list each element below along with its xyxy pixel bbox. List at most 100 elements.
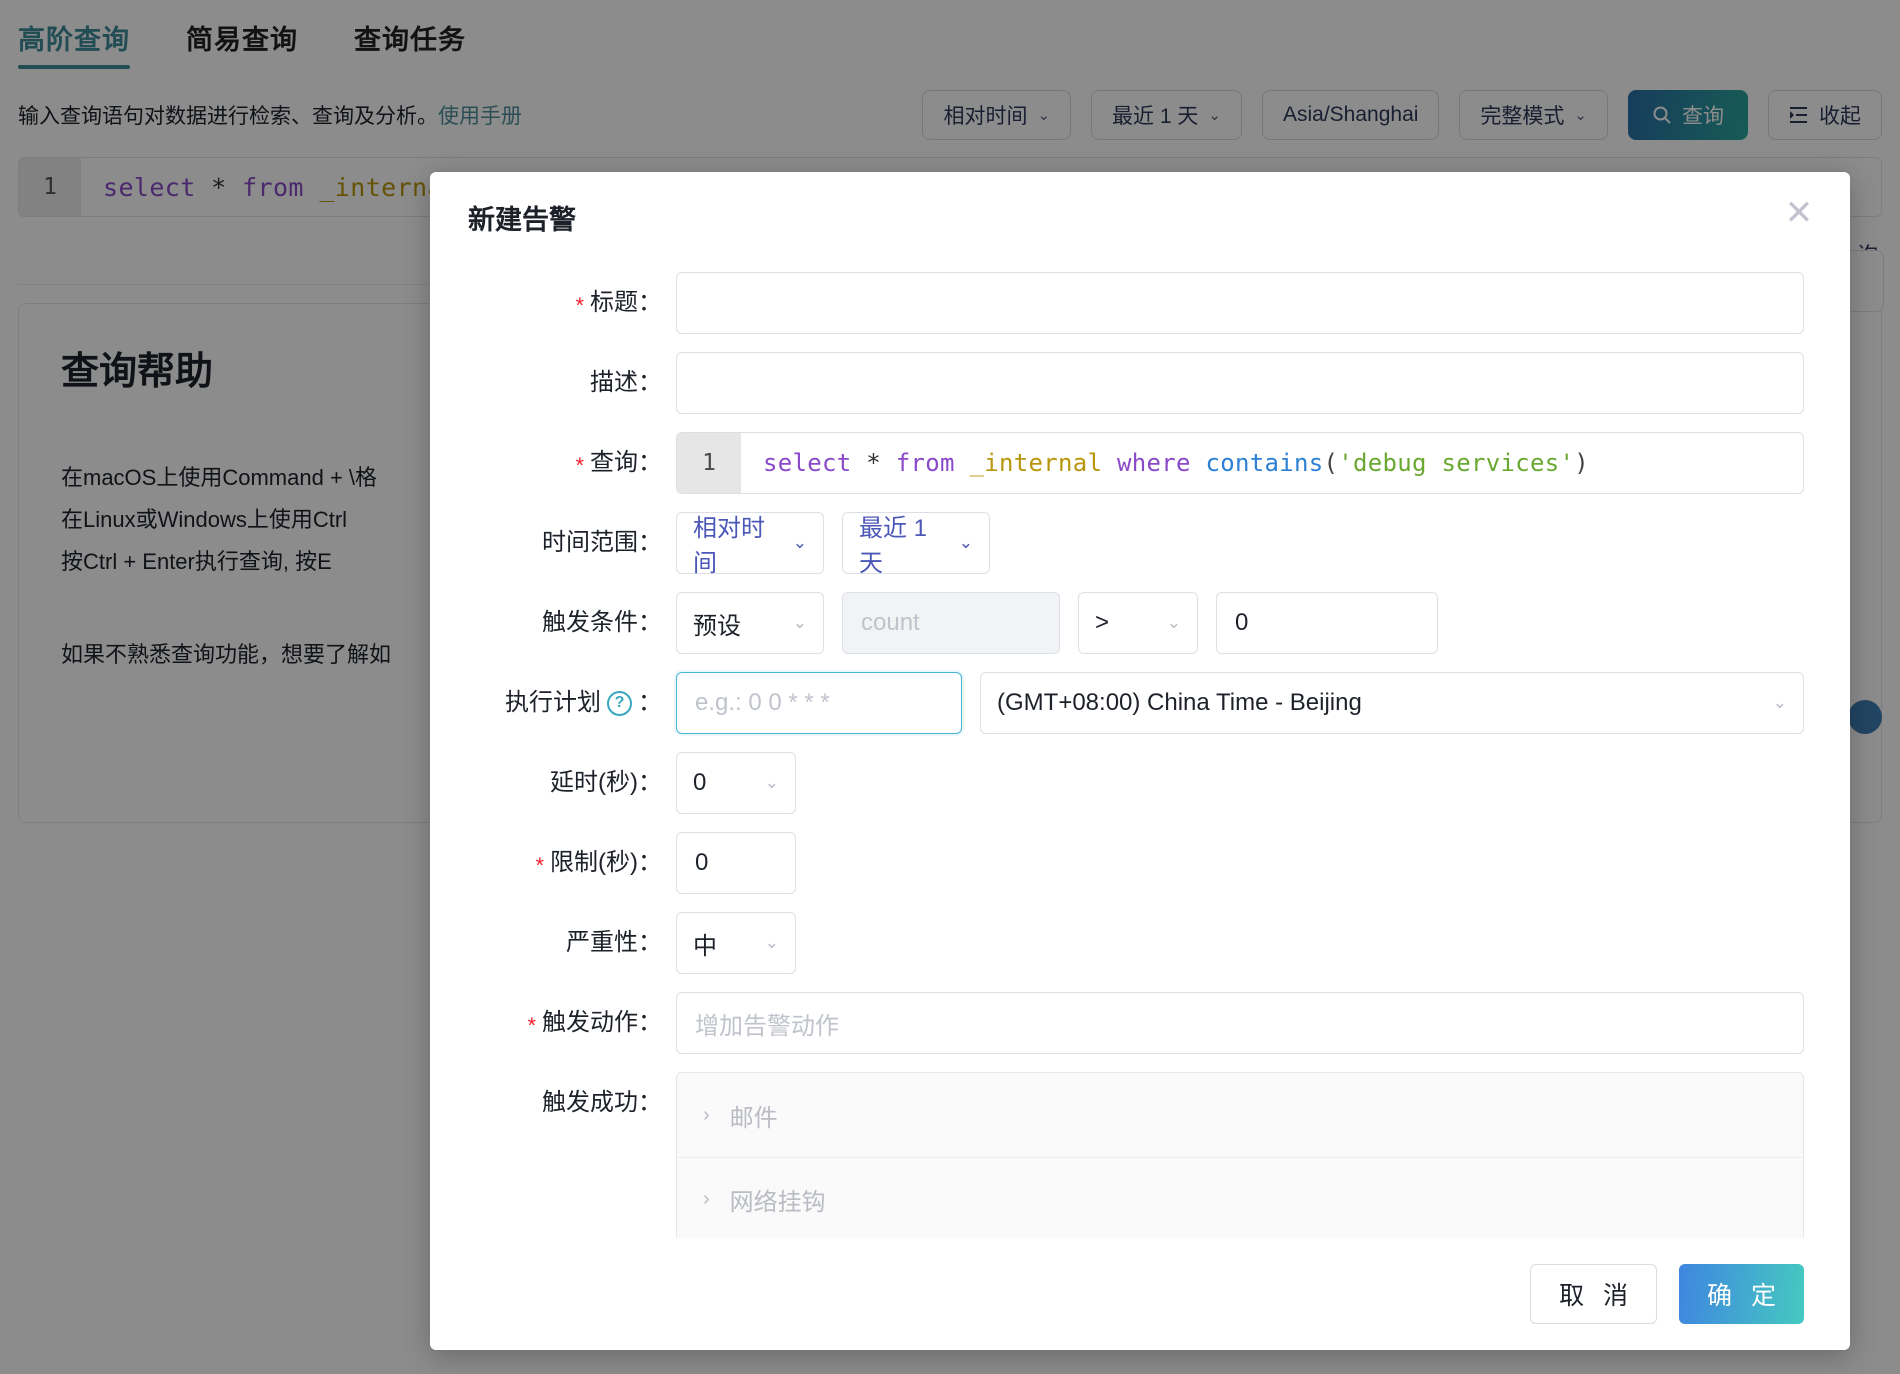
label-title-text: 标题： [590, 289, 662, 316]
required-marker: * [535, 853, 545, 878]
cancel-button-label: 取 消 [1559, 1282, 1635, 1310]
label-trigger-action-text: 触发动作： [542, 1009, 662, 1036]
label-trigger-condition-text: 触发条件： [542, 609, 662, 636]
required-marker: * [575, 453, 584, 478]
chevron-right-icon: › [703, 1188, 710, 1210]
sql-token: 'debug services' [1338, 449, 1575, 477]
timezone-value: (GMT+08:00) China Time - Beijing [997, 689, 1362, 716]
time-range-span-value: 最近 1 天 [859, 515, 928, 577]
sql-token: * [851, 449, 896, 477]
chevron-down-icon: ⌄ [792, 533, 807, 552]
label-schedule-colon: ： [638, 689, 662, 716]
label-delay: 延时(秒)： [476, 752, 676, 814]
field-row-delay: 延时(秒)： 0 ⌄ [476, 752, 1804, 814]
query-code-editor[interactable]: 1 select * from _internal where contains… [676, 432, 1804, 494]
accordion-item-webhook[interactable]: › 网络挂钩 [677, 1157, 1803, 1238]
severity-select[interactable]: 中 ⌄ [676, 912, 796, 974]
chevron-down-icon: ⌄ [1772, 693, 1787, 712]
trigger-metric-input[interactable]: count [842, 592, 1060, 654]
title-input[interactable] [676, 272, 1804, 334]
required-marker: * [575, 293, 584, 318]
limit-value: 0 [695, 849, 709, 876]
label-trigger-condition: 触发条件： [476, 592, 676, 654]
sql-token: ) [1574, 449, 1589, 477]
label-severity-text: 严重性： [566, 929, 662, 956]
sql-token: where [1117, 449, 1191, 477]
field-row-severity: 严重性： 中 ⌄ [476, 912, 1804, 974]
label-query-text: 查询： [590, 449, 662, 476]
limit-input[interactable]: 0 [676, 832, 796, 894]
field-row-title: * 标题： [476, 272, 1804, 334]
label-delay-text: 延时(秒)： [550, 769, 662, 796]
cancel-button[interactable]: 取 消 [1530, 1264, 1658, 1324]
app-root: 高阶查询 简易查询 查询任务 输入查询语句对数据进行检索、查询及分析。使用手册 … [0, 0, 1900, 1374]
trigger-preset-select[interactable]: 预设 ⌄ [676, 592, 824, 654]
time-range-mode-select[interactable]: 相对时间 ⌄ [676, 512, 824, 577]
delay-select[interactable]: 0 ⌄ [676, 752, 796, 814]
cron-input-placeholder: e.g.: 0 0 * * * [695, 689, 830, 716]
chevron-down-icon: ⌄ [764, 933, 779, 952]
label-severity: 严重性： [476, 912, 676, 974]
severity-value: 中 [693, 932, 717, 960]
field-row-query: * 查询： 1 select * from _internal where co… [476, 432, 1804, 494]
delay-value: 0 [693, 769, 707, 796]
field-row-trigger-action: * 触发动作： 增加告警动作 [476, 992, 1804, 1054]
sql-token: _internal [954, 449, 1117, 477]
accordion-item-email-label: 邮件 [729, 1104, 778, 1132]
chevron-down-icon: ⌄ [792, 613, 807, 632]
label-title: * 标题： [476, 272, 676, 334]
chevron-down-icon: ⌄ [764, 773, 779, 792]
trigger-preset-value: 预设 [693, 612, 741, 640]
trigger-threshold-input[interactable]: 0 [1216, 592, 1438, 654]
accordion-item-email[interactable]: › 邮件 [677, 1073, 1803, 1157]
label-trigger-action: * 触发动作： [476, 992, 676, 1054]
close-icon[interactable]: ✕ [1776, 190, 1822, 236]
dialog-title: 新建告警 [468, 205, 576, 235]
time-range-mode-value: 相对时间 [693, 515, 765, 577]
field-row-schedule: 执行计划 ? ： e.g.: 0 0 * * * (GMT+08:00) Chi… [476, 672, 1804, 734]
new-alert-dialog: 新建告警 ✕ * 标题： 描述： * 查询： 1 select * from _… [430, 172, 1850, 1350]
dialog-footer: 取 消 确 定 [430, 1238, 1850, 1350]
label-schedule-text: 执行计划 [505, 689, 601, 716]
confirm-button[interactable]: 确 定 [1679, 1264, 1804, 1324]
dialog-header: 新建告警 ✕ [430, 172, 1850, 250]
label-trigger-success: 触发成功： [476, 1072, 676, 1134]
field-row-time-range: 时间范围： 相对时间 ⌄ 最近 1 天 ⌄ [476, 512, 1804, 577]
field-row-description: 描述： [476, 352, 1804, 414]
dialog-body: * 标题： 描述： * 查询： 1 select * from _interna… [430, 250, 1850, 1238]
trigger-success-panel: › 邮件 › 网络挂钩 [676, 1072, 1804, 1238]
sql-token: from [895, 449, 955, 477]
trigger-operator-select[interactable]: > ⌄ [1078, 592, 1198, 654]
question-circle-icon[interactable]: ? [607, 690, 632, 716]
trigger-action-input[interactable]: 增加告警动作 [676, 992, 1804, 1054]
label-limit: * 限制(秒)： [476, 832, 676, 894]
field-row-trigger-condition: 触发条件： 预设 ⌄ count > ⌄ 0 [476, 592, 1804, 654]
confirm-button-label: 确 定 [1707, 1282, 1782, 1310]
label-query: * 查询： [476, 432, 676, 494]
query-code-line: select * from _internal where contains('… [741, 449, 1589, 477]
sql-token: select [763, 449, 852, 477]
field-row-trigger-success: 触发成功： › 邮件 › 网络挂钩 [476, 1072, 1804, 1238]
trigger-action-placeholder: 增加告警动作 [695, 1012, 839, 1040]
trigger-operator-value: > [1095, 609, 1110, 636]
chevron-right-icon: › [703, 1103, 710, 1126]
time-range-span-select[interactable]: 最近 1 天 ⌄ [842, 512, 990, 577]
trigger-threshold-value: 0 [1235, 609, 1249, 636]
accordion-item-webhook-label: 网络挂钩 [729, 1189, 826, 1216]
label-description-text: 描述： [590, 369, 662, 396]
label-schedule: 执行计划 ? ： [476, 672, 676, 734]
label-time-range-text: 时间范围： [542, 529, 662, 556]
query-line-number: 1 [677, 433, 741, 493]
sql-token: contains [1205, 449, 1324, 477]
label-time-range: 时间范围： [476, 512, 676, 574]
description-input[interactable] [676, 352, 1804, 414]
trigger-metric-placeholder: count [861, 609, 920, 636]
sql-token: ( [1323, 449, 1339, 477]
timezone-select[interactable]: (GMT+08:00) China Time - Beijing ⌄ [980, 672, 1804, 734]
chevron-down-icon: ⌄ [958, 533, 973, 552]
label-trigger-success-text: 触发成功： [542, 1089, 662, 1116]
label-description: 描述： [476, 352, 676, 414]
cron-input[interactable]: e.g.: 0 0 * * * [676, 672, 962, 734]
chevron-down-icon: ⌄ [1166, 613, 1181, 632]
